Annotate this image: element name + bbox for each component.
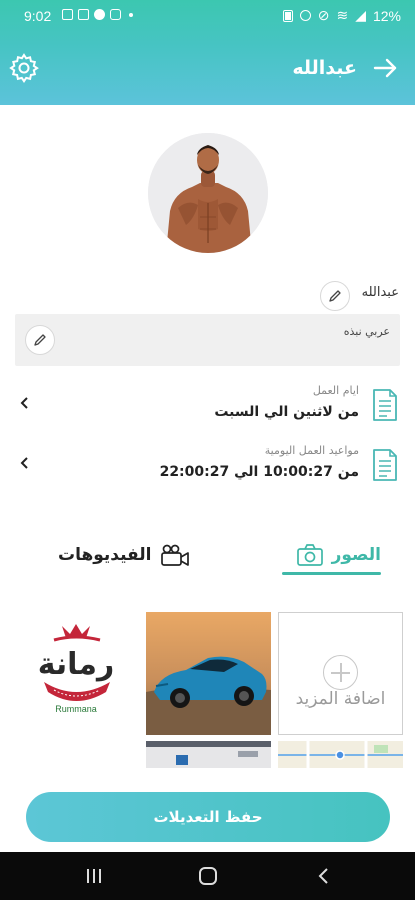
profile-avatar[interactable] (148, 133, 268, 253)
add-more-label: اضافة المزيد (295, 689, 386, 709)
recent-apps-icon[interactable] (84, 866, 104, 886)
document-icon (373, 389, 397, 421)
bio-field: عربي نبذه (15, 314, 400, 366)
back-arrow-icon[interactable] (371, 54, 399, 82)
image-notification-icon (78, 9, 89, 20)
work-hours-label: مواعيد العمل اليومية (264, 444, 359, 457)
work-days-row[interactable]: ايام العمل من لاثنين الي السبت (0, 384, 415, 440)
add-more-photos-button[interactable]: اضافة المزيد (278, 612, 403, 735)
profile-name: عبدالله (361, 285, 399, 300)
system-back-icon[interactable] (314, 866, 334, 886)
app-header: 9:02 ⊘ ≋ ◢ 12% عبدالله (0, 0, 415, 105)
tab-photos[interactable]: الصور (296, 540, 381, 570)
wifi-icon: ≋ (336, 7, 349, 23)
status-time: 9:02 (24, 8, 52, 24)
gallery-photo-screenshot[interactable] (146, 741, 271, 768)
rummana-logo: رمانة Rummana (38, 624, 115, 714)
pencil-icon (34, 334, 46, 346)
settings-gear-icon[interactable] (8, 52, 40, 84)
mute-icon: ⊘ (317, 7, 330, 23)
page-title: عبدالله (292, 57, 357, 79)
gallery-photo-car[interactable] (146, 612, 271, 735)
tab-videos[interactable]: الفيديوهات (58, 540, 190, 570)
work-hours-row[interactable]: مواعيد العمل اليومية من 10:00:27 الي 22:… (0, 444, 415, 500)
edit-name-button[interactable] (320, 281, 350, 311)
document-icon (373, 449, 397, 481)
system-icons: ⊘ ≋ ◢ 12% (282, 7, 401, 24)
chevron-left-icon (20, 457, 28, 469)
tab-videos-label: الفيديوهات (58, 545, 152, 565)
alarm-icon (299, 10, 311, 21)
gallery-photo-logo[interactable]: رمانة Rummana (14, 612, 139, 735)
work-hours-value: من 10:00:27 الي 22:00:27 (159, 464, 359, 480)
chevron-left-icon (20, 397, 28, 409)
name-row: عبدالله (0, 281, 415, 311)
edit-bio-button[interactable] (25, 325, 55, 355)
save-changes-button[interactable]: حفظ التعديلات (26, 792, 390, 842)
bio-text: عربي نبذه (343, 325, 390, 338)
logo-latin-text: Rummana (55, 704, 97, 714)
car-photo (146, 612, 271, 735)
gallery-photo-map[interactable] (278, 741, 403, 768)
battery-saver-icon (282, 9, 293, 22)
battery-percent: 12% (372, 7, 401, 24)
signal-icon: ◢ (355, 7, 366, 23)
notification-icons (62, 9, 133, 20)
camera-icon (296, 544, 323, 566)
video-camera-icon (160, 544, 189, 566)
tab-photos-label: الصور (331, 545, 381, 565)
avatar-photo (148, 133, 268, 253)
pencil-icon (329, 290, 341, 302)
work-days-label: ايام العمل (312, 384, 359, 397)
logo-arabic-text: رمانة (38, 647, 115, 682)
work-days-value: من لاثنين الي السبت (214, 404, 359, 420)
map-photo (278, 741, 403, 768)
system-navigation-bar (0, 852, 415, 900)
active-tab-indicator (282, 572, 381, 575)
plus-icon (323, 655, 358, 690)
more-notifications-icon (129, 12, 133, 17)
home-icon[interactable] (198, 866, 218, 886)
gallery-notification-icon (62, 9, 73, 20)
save-changes-label: حفظ التعديلات (153, 808, 263, 826)
profile-screen: 9:02 ⊘ ≋ ◢ 12% عبدالله عبدالله عربي نبذه… (0, 0, 415, 900)
status-bar: 9:02 ⊘ ≋ ◢ 12% (0, 0, 415, 32)
app-notification-icon (94, 9, 105, 20)
youtube-notification-icon (110, 9, 121, 20)
screenshot-photo (146, 741, 271, 768)
